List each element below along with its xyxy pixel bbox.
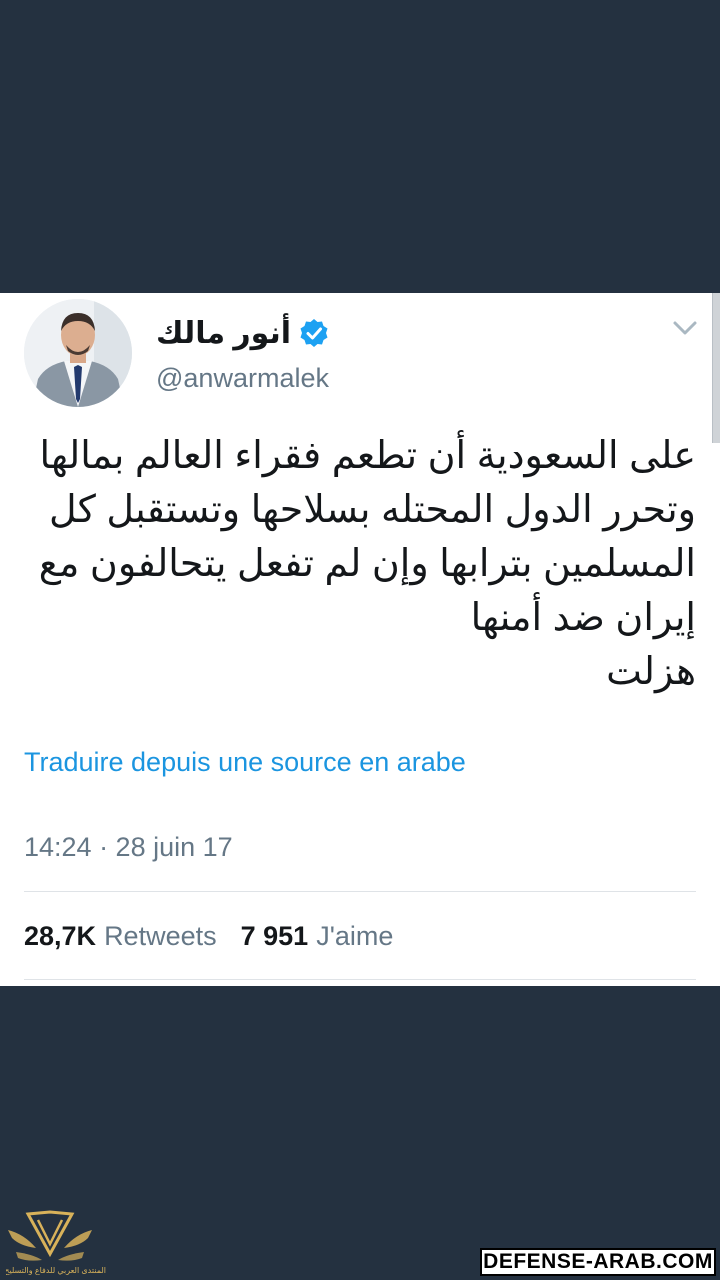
engagement-stats: 28,7K Retweets 7 951 J'aime: [24, 921, 393, 952]
likes-label: J'aime: [316, 921, 394, 951]
display-name[interactable]: أنور مالك: [156, 316, 291, 351]
retweets-stat[interactable]: 28,7K Retweets: [24, 921, 217, 952]
profile-photo: [24, 299, 132, 407]
retweets-label: Retweets: [104, 921, 217, 951]
likes-stat[interactable]: 7 951 J'aime: [241, 921, 394, 952]
site-watermark: DEFENSE-ARAB.COM: [480, 1248, 716, 1276]
translate-link[interactable]: Traduire depuis une source en arabe: [24, 747, 466, 778]
tweet-timestamp[interactable]: 14:24 · 28 juin 17: [24, 832, 233, 863]
scrollbar[interactable]: [712, 293, 720, 443]
chevron-down-icon[interactable]: [670, 317, 700, 339]
author-name-row[interactable]: أنور مالك: [156, 313, 329, 353]
logo-caption: المنتدى العربي للدفاع والتسليح: [6, 1266, 106, 1275]
divider: [24, 891, 696, 892]
divider: [24, 979, 696, 980]
user-handle[interactable]: @anwarmalek: [156, 363, 329, 394]
avatar[interactable]: [24, 299, 132, 407]
tweet-card: أنور مالك @anwarmalek على السعودية أن تط…: [0, 293, 720, 986]
tweet-text: على السعودية أن تطعم فقراء العالم بمالها…: [38, 435, 696, 693]
verified-badge-icon: [300, 319, 328, 347]
retweets-count: 28,7K: [24, 921, 97, 951]
likes-count: 7 951: [240, 921, 309, 951]
